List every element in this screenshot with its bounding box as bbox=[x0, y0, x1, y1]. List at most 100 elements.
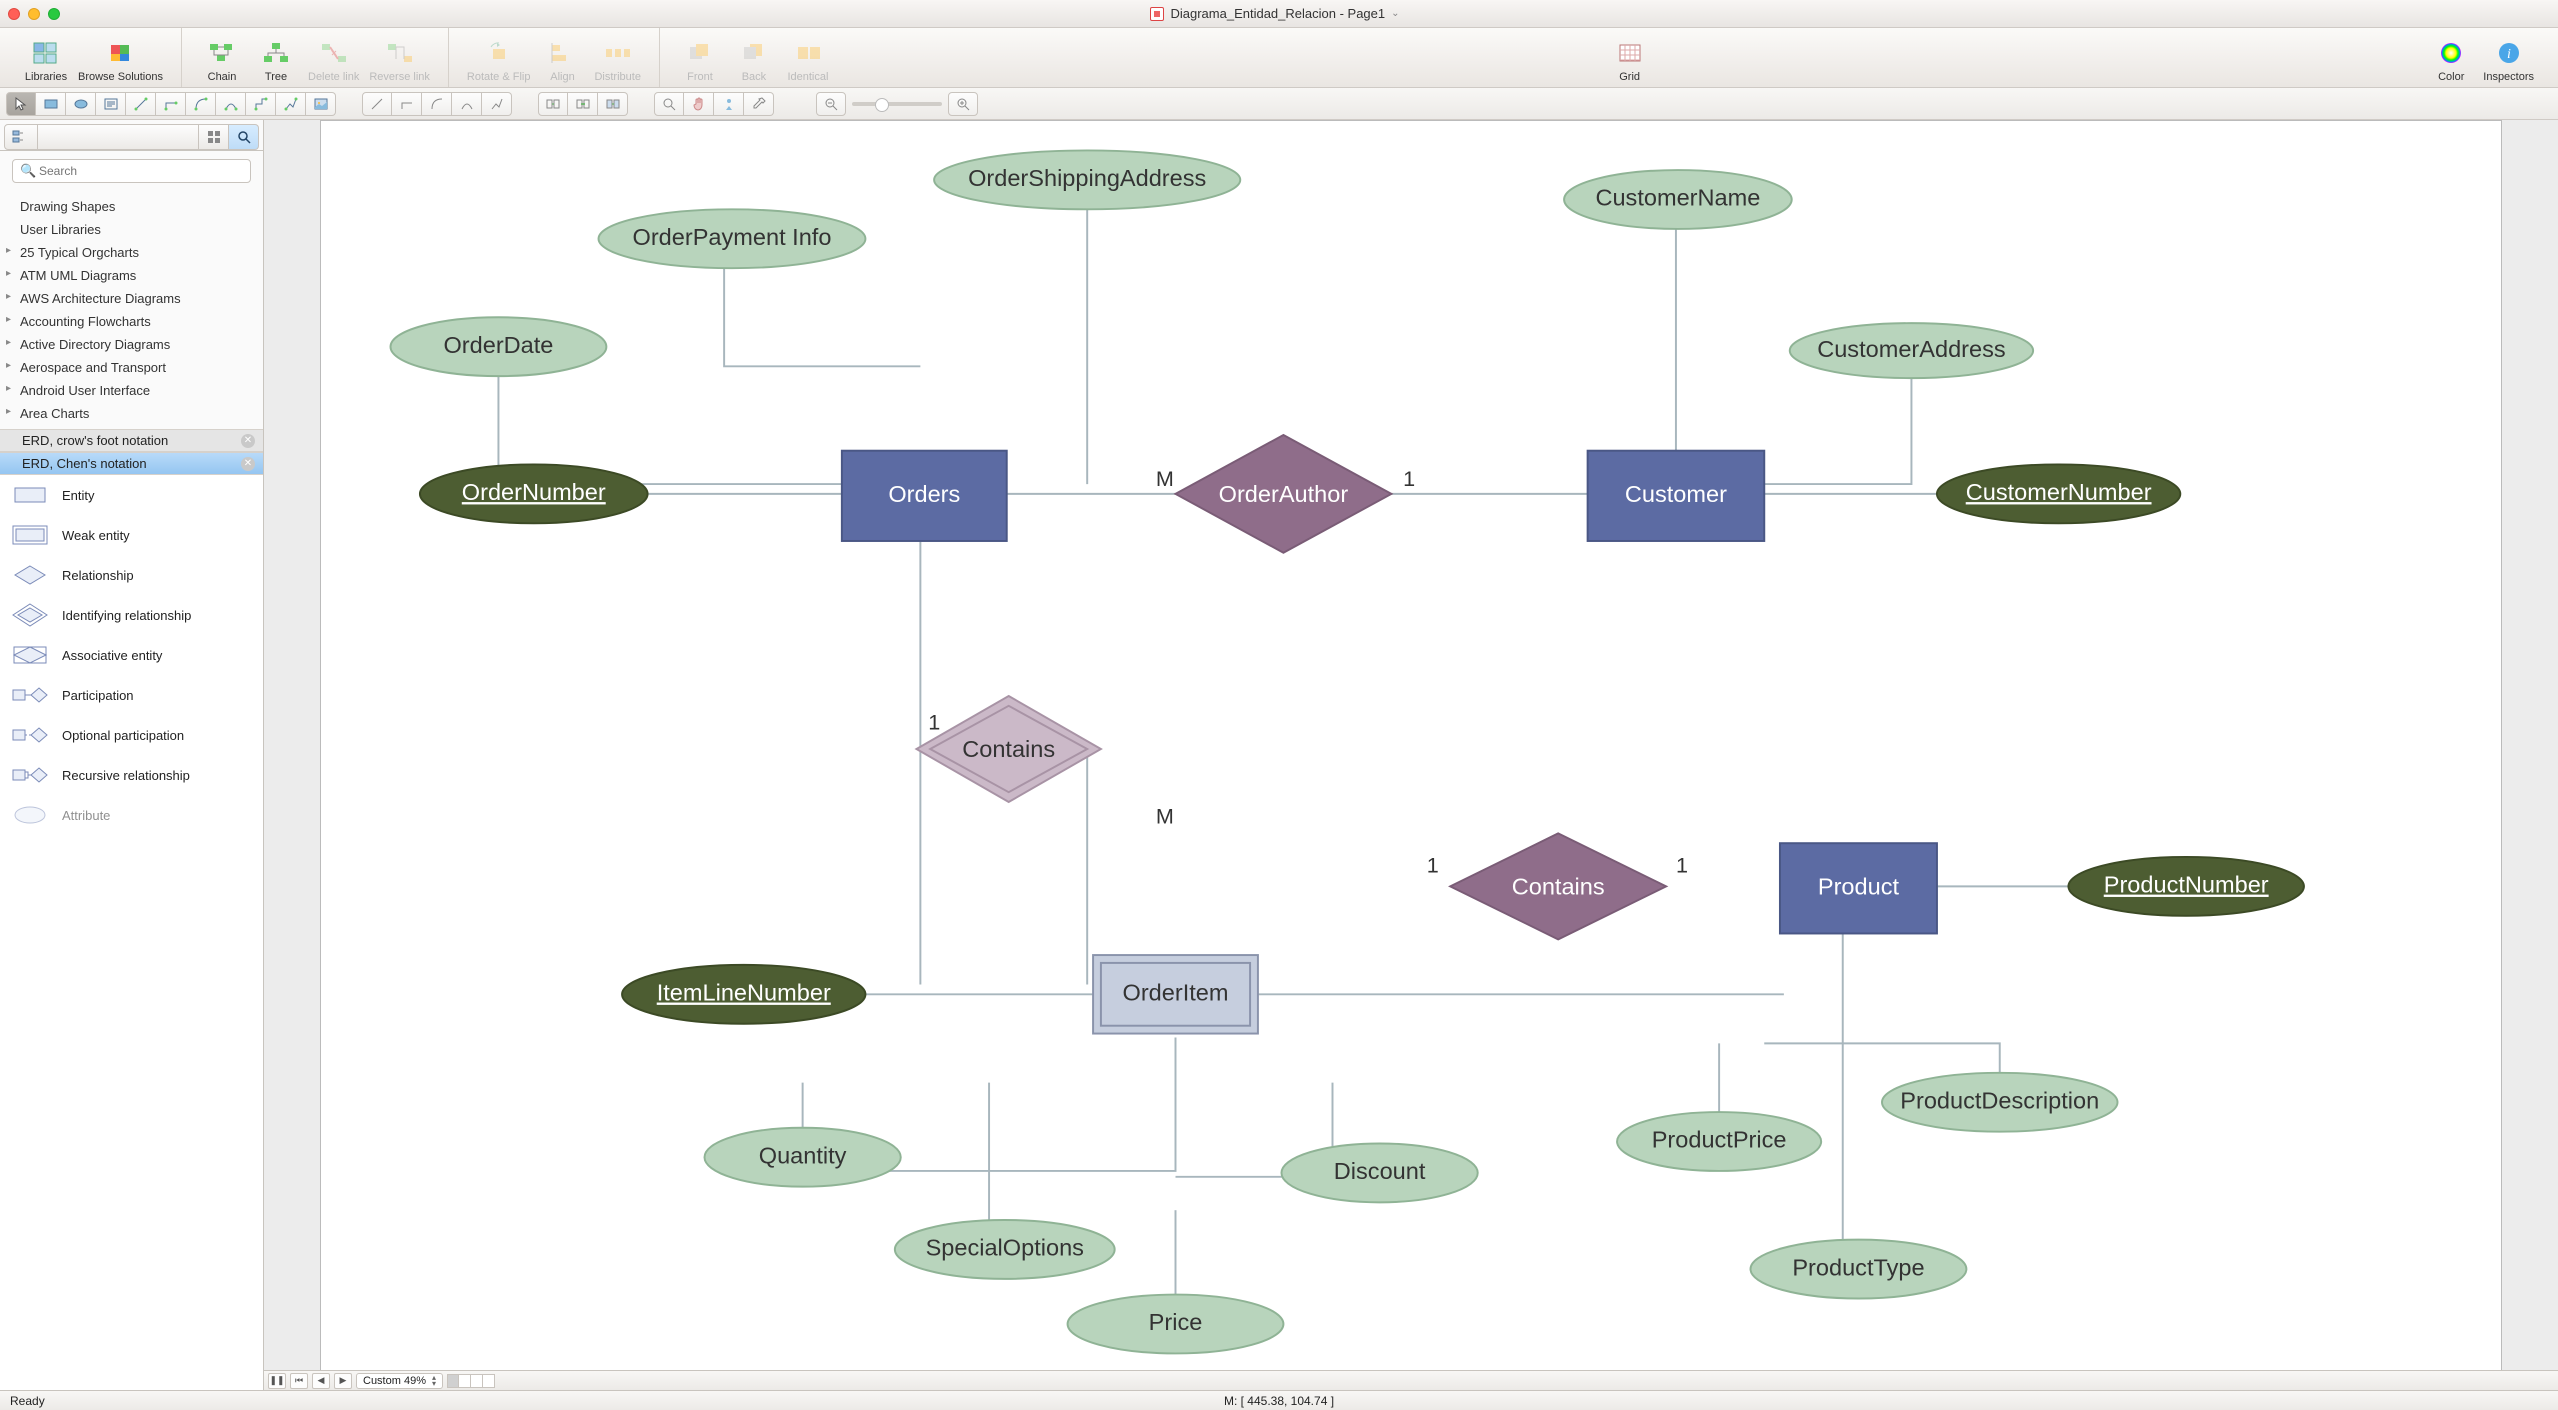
tree-icon bbox=[260, 39, 292, 67]
svg-text:Contains: Contains bbox=[1512, 874, 1605, 900]
shape-relationship[interactable]: Relationship bbox=[0, 555, 263, 595]
back-button: Back bbox=[732, 39, 776, 83]
zoom-combo[interactable]: Custom 49% ▴▾ bbox=[356, 1373, 443, 1389]
zoom-window-button[interactable] bbox=[48, 8, 60, 20]
chain-button[interactable]: Chain bbox=[200, 39, 244, 83]
close-icon[interactable]: ✕ bbox=[241, 457, 255, 471]
window-title: Diagrama_Entidad_Relacion - Page1 ⌄ bbox=[60, 6, 2490, 21]
svg-text:Discount: Discount bbox=[1334, 1158, 1426, 1184]
shape-weak-entity[interactable]: Weak entity bbox=[0, 515, 263, 555]
sidebar-search-toggle-button[interactable] bbox=[229, 124, 259, 150]
svg-text:CustomerName: CustomerName bbox=[1595, 185, 1760, 211]
minimize-window-button[interactable] bbox=[28, 8, 40, 20]
grid-icon bbox=[1614, 39, 1646, 67]
curve-tool-button[interactable] bbox=[186, 92, 216, 116]
libraries-icon bbox=[30, 39, 62, 67]
pointer-tool-button[interactable] bbox=[6, 92, 36, 116]
connector-straight-button[interactable] bbox=[362, 92, 392, 116]
recursive-relationship-icon bbox=[10, 761, 50, 789]
page-tabs[interactable] bbox=[447, 1374, 495, 1388]
library-tab-chen[interactable]: ERD, Chen's notation ✕ bbox=[0, 452, 263, 475]
svg-text:ItemLineNumber: ItemLineNumber bbox=[657, 980, 831, 1006]
double-elbow-tool-button[interactable] bbox=[246, 92, 276, 116]
libraries-button[interactable]: Libraries bbox=[24, 39, 68, 83]
ellipse-tool-button[interactable] bbox=[66, 92, 96, 116]
close-window-button[interactable] bbox=[8, 8, 20, 20]
shape-participation[interactable]: Participation bbox=[0, 675, 263, 715]
sidebar: 🔍 Drawing Shapes User Libraries 25 Typic… bbox=[0, 120, 264, 1390]
canvas[interactable]: Orders Customer Product OrderItem OrderA… bbox=[264, 120, 2558, 1390]
text-tool-button[interactable] bbox=[96, 92, 126, 116]
shape-associative-entity[interactable]: Associative entity bbox=[0, 635, 263, 675]
rect-tool-button[interactable] bbox=[36, 92, 66, 116]
shape-identifying-relationship[interactable]: Identifying relationship bbox=[0, 595, 263, 635]
pager-first-button[interactable]: ⏮ bbox=[290, 1373, 308, 1389]
distribute-button: Distribute bbox=[594, 39, 640, 83]
color-button[interactable]: Color bbox=[2429, 39, 2473, 83]
elbow-tool-button[interactable] bbox=[156, 92, 186, 116]
connector-arc-button[interactable] bbox=[452, 92, 482, 116]
connector-curve-button[interactable] bbox=[422, 92, 452, 116]
optional-participation-icon bbox=[10, 721, 50, 749]
line-tool-button[interactable] bbox=[126, 92, 156, 116]
inspectors-icon: i bbox=[2493, 39, 2525, 67]
shape-optional-participation[interactable]: Optional participation bbox=[0, 715, 263, 755]
grid-button[interactable]: Grid bbox=[1608, 39, 1652, 83]
search-icon: 🔍 bbox=[20, 163, 36, 179]
sidebar-item-android-ui[interactable]: Android User Interface bbox=[0, 379, 263, 402]
shape-attribute[interactable]: Attribute bbox=[0, 795, 263, 835]
participation-icon bbox=[10, 681, 50, 709]
connections-mode3-button[interactable] bbox=[598, 92, 628, 116]
sidebar-item-active-directory[interactable]: Active Directory Diagrams bbox=[0, 333, 263, 356]
shape-recursive-relationship[interactable]: Recursive relationship bbox=[0, 755, 263, 795]
browse-solutions-icon bbox=[105, 39, 137, 67]
document-icon bbox=[1150, 7, 1164, 21]
sidebar-item-drawing-shapes[interactable]: Drawing Shapes bbox=[0, 195, 263, 218]
arc-tool-button[interactable] bbox=[216, 92, 246, 116]
sidebar-item-area-charts[interactable]: Area Charts bbox=[0, 402, 263, 425]
sidebar-item-accounting[interactable]: Accounting Flowcharts bbox=[0, 310, 263, 333]
lasso-tool-button[interactable] bbox=[714, 92, 744, 116]
sidebar-mode-button[interactable] bbox=[4, 124, 38, 150]
shape-entity[interactable]: Entity bbox=[0, 475, 263, 515]
browse-solutions-button[interactable]: Browse Solutions bbox=[78, 39, 163, 83]
sidebar-item-orgcharts[interactable]: 25 Typical Orgcharts bbox=[0, 241, 263, 264]
image-tool-button[interactable] bbox=[306, 92, 336, 116]
inspectors-button[interactable]: i Inspectors bbox=[2483, 39, 2534, 83]
svg-text:OrderNumber: OrderNumber bbox=[462, 479, 606, 505]
connections-mode1-button[interactable] bbox=[538, 92, 568, 116]
library-category-list[interactable]: Drawing Shapes User Libraries 25 Typical… bbox=[0, 191, 263, 429]
svg-text:M: M bbox=[1156, 804, 1174, 829]
connector-zigzag-button[interactable] bbox=[482, 92, 512, 116]
chevron-down-icon[interactable]: ⌄ bbox=[1391, 8, 1399, 19]
pager-next-button[interactable]: ▶ bbox=[334, 1373, 352, 1389]
svg-text:Price: Price bbox=[1149, 1309, 1203, 1335]
search-input[interactable] bbox=[12, 159, 251, 183]
pager-prev-button[interactable]: ◀ bbox=[312, 1373, 330, 1389]
sidebar-filter-field[interactable] bbox=[38, 124, 199, 150]
sidebar-item-aerospace[interactable]: Aerospace and Transport bbox=[0, 356, 263, 379]
sidebar-item-user-libraries[interactable]: User Libraries bbox=[0, 218, 263, 241]
sidebar-item-atm-uml[interactable]: ATM UML Diagrams bbox=[0, 264, 263, 287]
zoom-in-button[interactable] bbox=[948, 92, 978, 116]
zigzag-tool-button[interactable] bbox=[276, 92, 306, 116]
tree-button[interactable]: Tree bbox=[254, 39, 298, 83]
pager-pause-button[interactable]: ❚❚ bbox=[268, 1373, 286, 1389]
status-ready: Ready bbox=[10, 1394, 45, 1408]
svg-text:ProductType: ProductType bbox=[1792, 1254, 1924, 1280]
zoom-out-button[interactable] bbox=[816, 92, 846, 116]
sidebar-item-aws[interactable]: AWS Architecture Diagrams bbox=[0, 287, 263, 310]
eyedropper-tool-button[interactable] bbox=[744, 92, 774, 116]
connections-mode2-button[interactable] bbox=[568, 92, 598, 116]
library-tab-crows-foot[interactable]: ERD, crow's foot notation ✕ bbox=[0, 429, 263, 452]
zoom-slider[interactable] bbox=[852, 102, 942, 106]
shape-palette: Entity Weak entity Relationship Identify… bbox=[0, 475, 263, 1390]
sidebar-grid-view-button[interactable] bbox=[199, 124, 229, 150]
connector-elbow-button[interactable] bbox=[392, 92, 422, 116]
align-icon bbox=[546, 39, 578, 67]
traffic-lights bbox=[8, 8, 60, 20]
close-icon[interactable]: ✕ bbox=[241, 434, 255, 448]
hand-tool-button[interactable] bbox=[684, 92, 714, 116]
zoom-tool-button[interactable] bbox=[654, 92, 684, 116]
svg-text:Quantity: Quantity bbox=[759, 1142, 847, 1168]
